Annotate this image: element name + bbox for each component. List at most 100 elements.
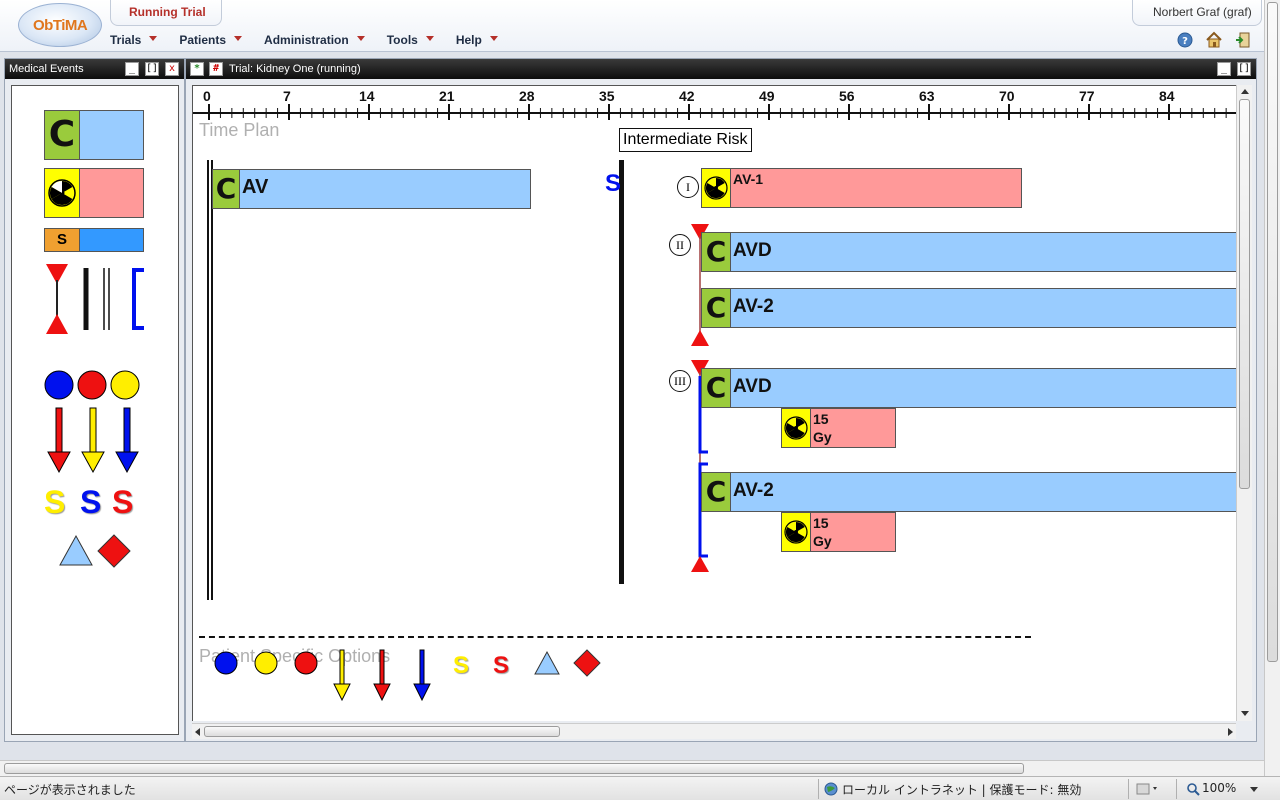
trial-panel: * # Trial: Kidney One (running) _ [] 0 7…	[185, 58, 1257, 742]
diamond-icon[interactable]	[97, 534, 131, 568]
dose-value: 15	[813, 515, 829, 531]
minimize-button[interactable]: _	[125, 62, 139, 76]
yellow-s-icon[interactable]: S	[44, 484, 65, 521]
tick-label: 28	[519, 88, 535, 104]
menu-administration[interactable]: Administration	[264, 30, 365, 50]
bracket-marker[interactable]	[132, 268, 144, 330]
chemo-label: C	[44, 110, 80, 160]
help-icon[interactable]: ?	[1176, 31, 1194, 49]
scroll-thumb[interactable]	[4, 763, 1024, 774]
tick-label: 0	[203, 88, 211, 104]
red-circle-icon[interactable]	[294, 651, 318, 675]
canvas-horizontal-scrollbar[interactable]	[192, 723, 1236, 739]
radiation-block-15gy[interactable]: 15 Gy	[781, 408, 896, 448]
menu-tools[interactable]: Tools	[387, 30, 434, 50]
add-button[interactable]: *	[190, 62, 204, 76]
palette-surgery-item[interactable]: S	[44, 228, 144, 252]
surgery-marker[interactable]: S	[605, 170, 621, 198]
grid-button[interactable]: #	[209, 62, 223, 76]
restore-button[interactable]: []	[145, 62, 159, 76]
blue-arrow-down-icon[interactable]	[413, 649, 431, 702]
logout-icon[interactable]	[1234, 31, 1252, 49]
radiation-dose: 15 Gy	[813, 514, 832, 550]
medical-events-palette: C S S S S	[11, 85, 179, 735]
double-line-marker[interactable]	[103, 268, 110, 330]
dose-unit: Gy	[813, 533, 832, 549]
zoom-level[interactable]: 100%	[1202, 781, 1236, 795]
scroll-thumb[interactable]	[1267, 2, 1278, 662]
tab-running-trial[interactable]: Running Trial	[110, 0, 222, 26]
yellow-arrow-down-icon[interactable]	[333, 649, 351, 702]
blue-circle-icon[interactable]	[214, 651, 238, 675]
menu-trials-label: Trials	[110, 33, 142, 47]
blue-arrow-down-icon[interactable]	[115, 407, 139, 474]
chemo-bar	[730, 232, 1236, 272]
diamond-icon[interactable]	[573, 649, 601, 677]
chevron-down-icon	[489, 36, 498, 41]
radiation-block-av1[interactable]: AV-1	[701, 168, 1023, 208]
triangle-icon[interactable]	[59, 534, 93, 566]
tick-label: 7	[283, 88, 291, 104]
scroll-thumb[interactable]	[1239, 99, 1250, 489]
red-arrow-down-icon[interactable]	[373, 649, 391, 702]
page-vertical-scrollbar[interactable]	[1264, 0, 1280, 776]
scroll-right-icon[interactable]	[1228, 728, 1233, 736]
chemo-block-avd[interactable]: C AVD	[701, 232, 1236, 272]
minimize-button[interactable]: _	[1217, 62, 1231, 76]
yellow-circle-icon[interactable]	[254, 651, 278, 675]
chemo-block-avd-iii[interactable]: C AVD	[701, 368, 1236, 408]
restore-button[interactable]: []	[1237, 62, 1251, 76]
triangle-icon[interactable]	[534, 650, 560, 675]
chemo-label: C	[701, 232, 731, 272]
app-logo[interactable]: ObTiMA	[18, 3, 102, 47]
security-zone[interactable]: ローカル イントラネット | 保護モード: 無効	[842, 781, 1081, 798]
chevron-down-icon[interactable]	[1250, 787, 1258, 792]
svg-text:?: ?	[1182, 36, 1188, 47]
branch-marker[interactable]: III	[669, 370, 691, 392]
chemo-block-av2-iii[interactable]: C AV-2	[701, 472, 1236, 512]
palette-radiation-item[interactable]	[44, 168, 144, 218]
chemo-name: AV	[242, 176, 269, 198]
radiation-icon	[784, 520, 808, 544]
decision-line	[619, 160, 624, 584]
surgery-bar	[79, 228, 144, 252]
blue-circle-icon[interactable]	[44, 370, 74, 400]
menu-patients[interactable]: Patients	[179, 30, 243, 50]
chemo-block-av2[interactable]: C AV-2	[701, 288, 1236, 328]
scroll-thumb[interactable]	[204, 726, 560, 737]
user-name: Norbert Graf (graf)	[1153, 5, 1252, 19]
phase-marker-red[interactable]	[46, 264, 68, 334]
canvas-vertical-scrollbar[interactable]	[1236, 85, 1252, 721]
radiation-label	[781, 408, 811, 448]
yellow-s-icon[interactable]: S	[453, 652, 469, 680]
radiation-block-15gy-2[interactable]: 15 Gy	[781, 512, 896, 552]
close-button[interactable]: x	[165, 62, 179, 76]
menu-trials[interactable]: Trials	[110, 30, 158, 50]
yellow-arrow-down-icon[interactable]	[81, 407, 105, 474]
risk-group-label[interactable]: Intermediate Risk	[619, 128, 752, 152]
page-horizontal-scrollbar[interactable]	[0, 760, 1264, 776]
palette-markers	[46, 264, 144, 334]
chemo-block-av[interactable]: C AV	[212, 169, 531, 209]
scroll-left-icon[interactable]	[195, 728, 200, 736]
trial-titlebar: * # Trial: Kidney One (running) _ []	[186, 59, 1256, 79]
protected-mode-icon[interactable]	[1136, 782, 1158, 796]
yellow-circle-icon[interactable]	[110, 370, 140, 400]
menu-help[interactable]: Help	[456, 30, 498, 50]
blue-s-icon[interactable]: S	[80, 484, 101, 521]
dose-value: 15	[813, 411, 829, 427]
red-s-icon[interactable]: S	[493, 652, 509, 680]
palette-chemo-item[interactable]: C	[44, 110, 144, 160]
red-arrow-down-icon[interactable]	[47, 407, 71, 474]
home-icon[interactable]	[1205, 31, 1223, 49]
chemo-bar	[730, 368, 1236, 408]
scroll-up-icon[interactable]	[1241, 89, 1249, 94]
red-s-icon[interactable]: S	[112, 484, 133, 521]
red-circle-icon[interactable]	[77, 370, 107, 400]
user-tab[interactable]: Norbert Graf (graf)	[1132, 0, 1262, 26]
app-header: ObTiMA Running Trial Norbert Graf (graf)…	[0, 0, 1280, 52]
branch-marker[interactable]: I	[677, 176, 699, 198]
timeline-canvas[interactable]: 0 7 14 21 28 35 42 49 56 63 70 77 84 Tim…	[192, 85, 1236, 721]
branch-marker[interactable]: II	[669, 234, 691, 256]
scroll-down-icon[interactable]	[1241, 711, 1249, 716]
